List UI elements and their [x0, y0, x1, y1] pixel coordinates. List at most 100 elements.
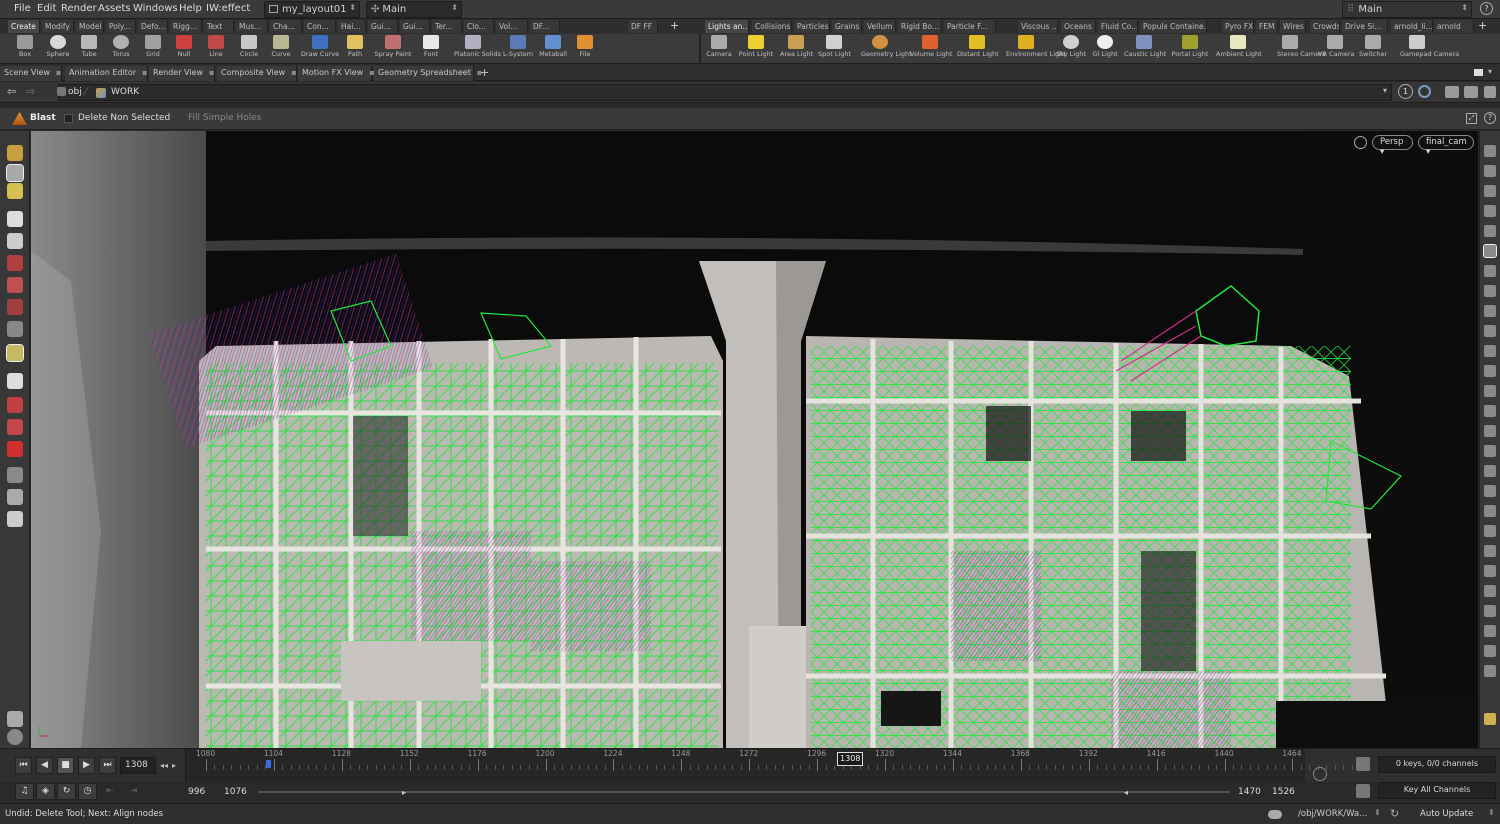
refresh-icon[interactable]: ↻ [1390, 807, 1399, 820]
info-icon[interactable] [1484, 625, 1496, 637]
shelf-tab-particle-f-r6[interactable]: Particle F... [944, 20, 996, 33]
next-key-icon[interactable]: ▸ [172, 761, 176, 770]
menu-assets[interactable]: Assets [98, 3, 131, 14]
lock-view-icon[interactable] [1484, 185, 1496, 197]
tool-point-light-button[interactable]: Point Light [738, 35, 774, 63]
shelf-tab-cha-8[interactable]: Cha... [270, 20, 302, 33]
shelf-tab-fem-r13[interactable]: FEM [1256, 20, 1278, 33]
rotate-icon[interactable] [7, 299, 23, 315]
pan-icon[interactable] [7, 419, 23, 435]
tool-draw-curve-button[interactable]: Draw Curve [300, 35, 340, 63]
scene-viewport[interactable]: Persp ▾ final_cam ▾ [31, 131, 1478, 748]
tool-metaball-button[interactable]: Metaball [538, 35, 568, 63]
tool-volume-light-button[interactable]: Volume Light [910, 35, 952, 63]
view-tool-icon[interactable] [7, 373, 23, 389]
tool-box-icon[interactable] [1484, 545, 1496, 557]
tool-camera-button[interactable]: Camera [706, 35, 732, 63]
shelf-tab-oceans-r8[interactable]: Oceans [1061, 20, 1096, 33]
add-shelf-icon[interactable]: + [670, 19, 679, 32]
tool-vr-camera-button[interactable]: VR Camera [1318, 35, 1355, 63]
pointer-icon[interactable] [7, 211, 23, 227]
shelf-tab-grains-r3[interactable]: Grains [832, 20, 862, 33]
close-icon[interactable]: ▪ [209, 68, 214, 77]
uv-icon[interactable] [1484, 465, 1496, 477]
snapshot-icon[interactable] [1464, 86, 1478, 98]
shelf-tab-rigid-bo-r5[interactable]: Rigid Bo... [898, 20, 942, 33]
shelf-tab-vellum-r4[interactable]: Vellum [864, 20, 896, 33]
tool-sky-light-button[interactable]: Sky Light [1056, 35, 1086, 63]
menu-help[interactable]: Help [179, 3, 202, 14]
shelf-tab-crowds-r15[interactable]: Crowds [1310, 20, 1340, 33]
shelf-tab-mus-7[interactable]: Mus... [236, 20, 268, 33]
camera-view-icon[interactable] [1484, 225, 1496, 237]
status-arrows-icon[interactable]: ⬍ [1374, 808, 1381, 817]
point-icon[interactable] [1484, 265, 1496, 277]
shelf-tab-text-6[interactable]: Text [204, 20, 234, 33]
desktop-select[interactable]: my_layout01 ⬍ [264, 1, 360, 18]
menu-iw-effect[interactable]: IW:effect [206, 3, 250, 14]
right-context-select[interactable]: ⠿ Main ⬍ [1342, 1, 1472, 18]
close-icon[interactable]: ▪ [56, 68, 61, 77]
menu-windows[interactable]: Windows [133, 3, 178, 14]
tool-spot-light-button[interactable]: Spot Light [818, 35, 851, 63]
bone-icon[interactable] [1484, 345, 1496, 357]
anim-options-icon[interactable] [1356, 757, 1370, 771]
shelf-tab-drive-si-r16[interactable]: Drive Si... [1342, 20, 1388, 33]
timeline-ruler[interactable]: 1080 1104 1128 1152 1176 1200 1224 1248 1272 1296… [185, 749, 1353, 783]
step-back-button[interactable]: ◀ [36, 757, 53, 774]
shelf-tab-df-16[interactable]: DF... [530, 20, 560, 33]
face-icon[interactable] [1484, 505, 1496, 517]
status-path[interactable]: /obj/WORK/Wa... [1298, 809, 1367, 819]
tool-grid-button[interactable]: Grid [141, 35, 165, 63]
shelf-tab-particles-r2[interactable]: Particles [794, 20, 830, 33]
cloud-icon[interactable] [1268, 810, 1282, 819]
prev-key-icon[interactable]: ◂◂ [160, 761, 168, 770]
range-prev-icon[interactable]: ⇤ [106, 786, 114, 796]
wire-icon[interactable] [1484, 485, 1496, 497]
tool-switcher-button[interactable]: Switcher [1359, 35, 1387, 63]
shelf-tab-model-2[interactable]: Model [76, 20, 104, 33]
network-circle-icon[interactable] [1418, 85, 1431, 98]
tab-scene-view[interactable]: Scene View ▪ [0, 66, 62, 81]
path-node[interactable]: WORK [111, 87, 139, 97]
range-handle-right[interactable]: ◂ [1124, 788, 1128, 797]
red-tool-icon[interactable] [7, 255, 23, 271]
brush-tool-icon[interactable] [7, 183, 23, 199]
tool-font-button[interactable]: Font [420, 35, 442, 63]
shelf-tab-gui-12[interactable]: Gui... [400, 20, 430, 33]
jump-start-button[interactable]: ⏮ [15, 757, 32, 774]
keyframe-button[interactable]: ◈ [36, 783, 55, 800]
shelf-tab-lights-an-r0[interactable]: Lights an... [705, 20, 749, 33]
op-help-icon[interactable]: ? [1484, 112, 1496, 124]
abc-icon[interactable] [1484, 565, 1496, 577]
path-dropdown-icon[interactable]: ▾ [1383, 86, 1387, 95]
pin-1-icon[interactable]: 1 [1398, 84, 1413, 99]
shelf-tab-defo-4[interactable]: Defo... [138, 20, 168, 33]
tab-composite-view[interactable]: Composite View ▪ [217, 66, 297, 81]
zoom-icon[interactable] [1313, 767, 1327, 781]
timeline-keyframe-marker[interactable] [265, 760, 271, 768]
display-options-icon[interactable] [1445, 86, 1459, 98]
display-icon[interactable] [1484, 365, 1496, 377]
layout-grid-icon[interactable] [1484, 713, 1496, 725]
geo-icon[interactable] [1484, 305, 1496, 317]
pane-menu-icon[interactable] [1474, 69, 1483, 76]
key-icon[interactable] [1356, 784, 1370, 798]
tab-motion-fx-view[interactable]: Motion FX View ▪ [298, 66, 375, 81]
current-frame-field[interactable]: 1308 [120, 757, 156, 774]
jump-end-button[interactable]: ⏭ [99, 757, 116, 774]
pane-arrow-icon[interactable]: ▾ [1488, 67, 1492, 76]
tool-platonic-solids-button[interactable]: Platonic Solids [454, 35, 501, 63]
view-mode-dropdown[interactable]: Persp ▾ [1372, 135, 1413, 157]
menu-edit[interactable]: Edit [37, 3, 56, 14]
shelf-tab-rigg-5[interactable]: Rigg... [170, 20, 202, 33]
menu-render[interactable]: Render [61, 3, 97, 14]
tab-render-view[interactable]: Render View ▪ [149, 66, 215, 81]
box-icon[interactable] [1484, 525, 1496, 537]
update-arrows-icon[interactable]: ⬍ [1488, 808, 1495, 817]
tool-gamepad-camera-button[interactable]: Gamepad Camera [1400, 35, 1459, 63]
render-icon[interactable] [1484, 86, 1496, 98]
tool-stereo-camera-button[interactable]: Stereo Camera [1277, 35, 1326, 63]
tool-circle-button[interactable]: Circle [236, 35, 262, 63]
update-mode[interactable]: Auto Update [1420, 809, 1473, 819]
